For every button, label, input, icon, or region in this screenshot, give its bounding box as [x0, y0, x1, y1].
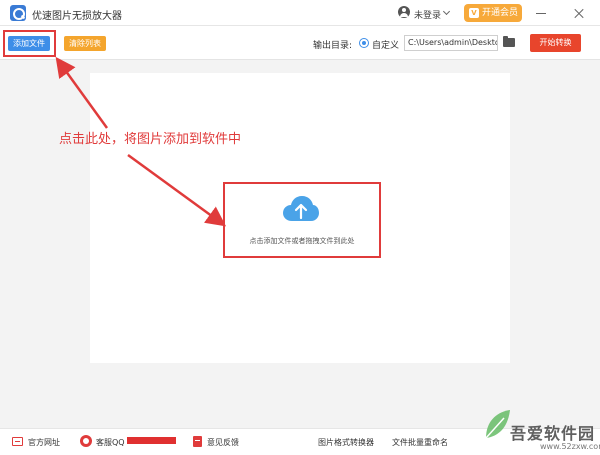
batch-rename-link[interactable]: 文件批量重命名	[392, 437, 448, 448]
output-dir-label: 输出目录:	[313, 41, 353, 51]
custom-label[interactable]: 自定义	[372, 38, 399, 51]
feedback-link[interactable]: 意见反馈	[207, 437, 239, 448]
redacted-qq-number	[127, 437, 176, 444]
watermark-brand: 吾爱软件园	[510, 424, 596, 443]
custom-radio[interactable]	[359, 38, 369, 48]
website-icon[interactable]	[12, 437, 23, 446]
vip-label: 开通会员	[482, 8, 519, 18]
add-file-button[interactable]: 添加文件	[8, 36, 50, 51]
drop-hint-text: 点击添加文件或者拖拽文件到此处	[249, 237, 355, 245]
start-convert-button[interactable]: 开始转换	[530, 34, 581, 52]
close-icon[interactable]	[569, 3, 589, 23]
website-link[interactable]: 官方网址	[28, 437, 60, 448]
vip-button[interactable]: V 开通会员	[464, 4, 522, 22]
output-path-input[interactable]: C:\Users\admin\Deskto	[404, 35, 498, 51]
minimize-icon[interactable]	[531, 3, 551, 23]
clear-list-button[interactable]: 清除列表	[64, 36, 106, 51]
app-title: 优速图片无损放大器	[32, 11, 122, 22]
user-icon[interactable]	[398, 6, 410, 18]
vip-icon: V	[469, 8, 479, 18]
annotation-text: 点击此处，将图片添加到软件中	[59, 132, 242, 147]
watermark-url: www.52zxw.com	[540, 442, 600, 451]
qq-service-link[interactable]: 客服QQ	[96, 437, 125, 448]
watermark-leaf-icon	[485, 410, 510, 439]
format-converter-link[interactable]: 图片格式转换器	[318, 437, 374, 448]
app-logo-icon	[10, 5, 26, 21]
qq-icon[interactable]	[80, 435, 92, 447]
feedback-icon[interactable]	[193, 436, 202, 447]
upload-cloud-icon[interactable]	[283, 196, 319, 222]
login-label[interactable]: 未登录	[414, 8, 441, 21]
folder-icon[interactable]	[503, 36, 515, 47]
